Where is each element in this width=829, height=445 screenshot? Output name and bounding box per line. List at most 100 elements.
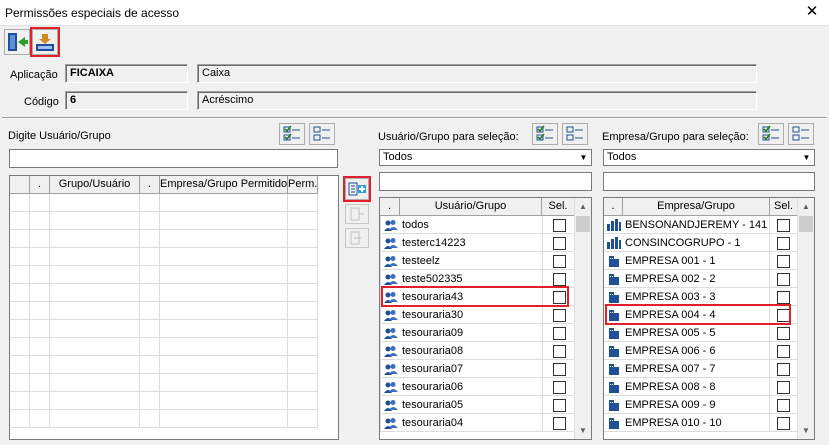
users-search-input[interactable] bbox=[379, 172, 592, 191]
company-select-checkbox[interactable] bbox=[777, 272, 790, 286]
company-row[interactable]: EMPRESA 004 - 4 bbox=[604, 306, 798, 324]
user-row[interactable]: tesouraria09 bbox=[380, 324, 576, 342]
add-permission-button[interactable] bbox=[345, 178, 369, 200]
save-button[interactable] bbox=[32, 29, 58, 55]
company-row[interactable]: EMPRESA 002 - 2 bbox=[604, 270, 798, 288]
permission-cell bbox=[30, 248, 50, 266]
company-uncheck-all-button[interactable] bbox=[788, 123, 814, 145]
exit-button[interactable] bbox=[4, 29, 30, 55]
permission-cell bbox=[50, 356, 140, 374]
permission-row[interactable] bbox=[10, 338, 318, 356]
permission-row[interactable] bbox=[10, 230, 318, 248]
user-row[interactable]: tesouraria43 bbox=[380, 288, 576, 306]
scroll-thumb[interactable] bbox=[799, 216, 813, 232]
user-select-checkbox[interactable] bbox=[552, 380, 566, 394]
permission-cell bbox=[288, 248, 318, 266]
user-select-checkbox[interactable] bbox=[552, 326, 566, 340]
scroll-thumb[interactable] bbox=[576, 216, 590, 232]
company-select-checkbox[interactable] bbox=[777, 254, 790, 268]
company-select-checkbox[interactable] bbox=[777, 344, 790, 358]
user-row[interactable]: tesouraria05 bbox=[380, 396, 576, 414]
title-bar: Permissões especiais de acesso ✕ bbox=[0, 0, 829, 26]
permission-row[interactable] bbox=[10, 266, 318, 284]
left-uncheck-all-button[interactable] bbox=[309, 123, 335, 145]
company-select-checkbox[interactable] bbox=[777, 290, 790, 304]
permission-row[interactable] bbox=[10, 320, 318, 338]
permission-row[interactable] bbox=[10, 194, 318, 212]
permission-row[interactable] bbox=[10, 356, 318, 374]
company-search-input[interactable] bbox=[603, 172, 815, 191]
permission-row[interactable] bbox=[10, 410, 318, 428]
users-scrollbar[interactable]: ▲ ▼ bbox=[574, 198, 591, 439]
company-row[interactable]: EMPRESA 006 - 6 bbox=[604, 342, 798, 360]
company-select-checkbox[interactable] bbox=[777, 398, 790, 412]
users-check-all-button[interactable] bbox=[532, 123, 558, 145]
user-select-checkbox[interactable] bbox=[552, 272, 566, 286]
user-row[interactable]: todos bbox=[380, 216, 576, 234]
company-row[interactable]: EMPRESA 008 - 8 bbox=[604, 378, 798, 396]
company-row[interactable]: EMPRESA 005 - 5 bbox=[604, 324, 798, 342]
company-scrollbar[interactable]: ▲ ▼ bbox=[797, 198, 814, 439]
user-row[interactable]: testeelz bbox=[380, 252, 576, 270]
company-row[interactable]: EMPRESA 003 - 3 bbox=[604, 288, 798, 306]
user-row[interactable]: teste502335 bbox=[380, 270, 576, 288]
company-row[interactable]: EMPRESA 009 - 9 bbox=[604, 396, 798, 414]
user-row[interactable]: tesouraria07 bbox=[380, 360, 576, 378]
users-uncheck-all-button[interactable] bbox=[562, 123, 588, 145]
company-select-checkbox[interactable] bbox=[777, 326, 790, 340]
user-group-icon bbox=[384, 399, 398, 411]
company-row[interactable]: BENSONANDJEREMY - 141 bbox=[604, 216, 798, 234]
user-select-checkbox[interactable] bbox=[552, 398, 566, 412]
permission-row[interactable] bbox=[10, 248, 318, 266]
company-select-checkbox[interactable] bbox=[777, 308, 790, 322]
remove-all-button[interactable] bbox=[345, 228, 369, 248]
user-select-checkbox[interactable] bbox=[552, 254, 566, 268]
company-row[interactable]: EMPRESA 001 - 1 bbox=[604, 252, 798, 270]
user-select-checkbox[interactable] bbox=[552, 290, 566, 304]
scroll-up-icon[interactable]: ▲ bbox=[798, 198, 814, 215]
permission-cell bbox=[50, 284, 140, 302]
company-select-checkbox[interactable] bbox=[777, 218, 790, 232]
permission-row[interactable] bbox=[10, 392, 318, 410]
user-row[interactable]: tesouraria08 bbox=[380, 342, 576, 360]
scroll-up-icon[interactable]: ▲ bbox=[575, 198, 591, 215]
user-select-checkbox[interactable] bbox=[552, 362, 566, 376]
left-check-all-button[interactable] bbox=[279, 123, 305, 145]
company-check-all-button[interactable] bbox=[758, 123, 784, 145]
permission-row[interactable] bbox=[10, 302, 318, 320]
users-grid[interactable]: . Usuário/Grupo Sel. todos testerc14223 te… bbox=[379, 197, 592, 440]
company-row[interactable]: EMPRESA 007 - 7 bbox=[604, 360, 798, 378]
permission-row[interactable] bbox=[10, 212, 318, 230]
company-select-checkbox[interactable] bbox=[777, 362, 790, 376]
close-button[interactable]: ✕ bbox=[803, 3, 821, 21]
company-select-checkbox[interactable] bbox=[777, 416, 790, 430]
company-name: CONSINCOGRUPO - 1 bbox=[625, 237, 741, 249]
user-row[interactable]: tesouraria30 bbox=[380, 306, 576, 324]
permission-row[interactable] bbox=[10, 374, 318, 392]
col-dot-1: . bbox=[30, 176, 50, 194]
scroll-down-icon[interactable]: ▼ bbox=[798, 422, 814, 439]
user-select-checkbox[interactable] bbox=[552, 344, 566, 358]
company-grid[interactable]: . Empresa/Grupo Sel. BENSONANDJEREMY - 1… bbox=[603, 197, 815, 440]
permission-cell bbox=[30, 302, 50, 320]
users-filter-select[interactable]: Todos ▼ bbox=[379, 149, 592, 166]
company-select-checkbox[interactable] bbox=[777, 380, 790, 394]
company-row[interactable]: EMPRESA 010 - 10 bbox=[604, 414, 798, 432]
company-row[interactable]: CONSINCOGRUPO - 1 bbox=[604, 234, 798, 252]
user-select-checkbox[interactable] bbox=[552, 218, 566, 232]
company-filter-select[interactable]: Todos ▼ bbox=[603, 149, 815, 166]
permission-row[interactable] bbox=[10, 284, 318, 302]
user-row[interactable]: tesouraria06 bbox=[380, 378, 576, 396]
user-select-checkbox[interactable] bbox=[552, 416, 566, 430]
company-select-checkbox[interactable] bbox=[777, 236, 790, 250]
user-row[interactable]: testerc14223 bbox=[380, 234, 576, 252]
scroll-down-icon[interactable]: ▼ bbox=[575, 422, 591, 439]
user-sel-cell bbox=[543, 396, 576, 414]
user-row[interactable]: tesouraria04 bbox=[380, 414, 576, 432]
user-select-checkbox[interactable] bbox=[552, 236, 566, 250]
company-name: BENSONANDJEREMY - 141 bbox=[625, 219, 768, 231]
user-select-checkbox[interactable] bbox=[552, 308, 566, 322]
remove-selected-button[interactable] bbox=[345, 204, 369, 224]
user-group-search-input[interactable] bbox=[9, 149, 338, 168]
permissions-grid[interactable]: . Grupo/Usuário . Empresa/Grupo Permitid… bbox=[9, 175, 339, 440]
